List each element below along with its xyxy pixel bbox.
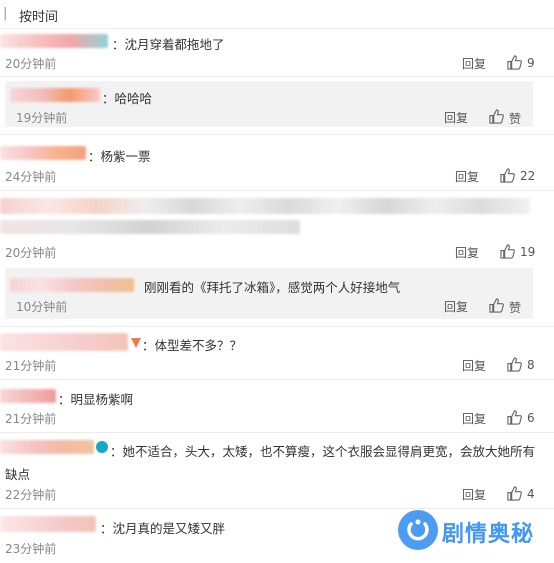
comment-text: ：杨紫一票 [88,149,151,164]
thumbs-up-icon[interactable] [489,298,504,313]
blurred-comment-line1 [0,198,530,214]
like-count: 6 [527,411,535,425]
watermark-text: 剧情奥秘 [442,522,535,547]
blurred-username [0,333,128,351]
thumbs-up-icon[interactable] [507,486,522,501]
comment-time: 24分钟前 [5,170,57,184]
sort-by-time-button[interactable]: 按时间 [19,6,58,25]
like-label[interactable]: 赞 [509,110,521,127]
blurred-username [0,440,94,454]
comment-text: ：明显杨紫啊 [58,392,134,407]
comment-text: ：体型差不多？？ [142,338,243,353]
like-count: 22 [520,169,536,183]
comment-time: 20分钟前 [5,246,57,260]
blurred-username [0,146,86,160]
divider [0,508,554,509]
reply-button[interactable]: 回复 [462,410,486,427]
thumbs-up-icon[interactable] [489,109,504,124]
blurred-username [0,34,108,48]
reply-text: 刚刚看的《拜托了冰箱》，感觉两个人好接地气 [144,280,401,295]
reply-button[interactable]: 回复 [444,109,468,126]
reply-text: ：哈哈哈 [102,91,153,106]
like-label[interactable]: 赞 [509,299,521,316]
emoji-icon [131,338,141,348]
reply-time: 19分钟前 [16,111,68,125]
divider [0,326,554,327]
comment-text: ：她不适合，头大，太矮，也不算瘦，这个衣服会显得肩更宽，会放大她所有 [110,444,536,459]
emoji-icon [96,441,108,453]
blurred-username [0,389,56,403]
comment-time: 20分钟前 [5,57,57,71]
comment-time: 22分钟前 [5,488,57,502]
blurred-username [10,88,100,102]
reply-time: 10分钟前 [16,300,68,314]
thumbs-up-icon[interactable] [507,357,522,372]
like-count: 19 [520,245,536,259]
comment-time: 21分钟前 [5,359,57,373]
divider [0,432,554,433]
comment-text: ：沈月穿着都拖地了 [112,37,225,52]
thumbs-up-icon[interactable] [507,410,522,425]
blurred-comment-line2 [0,220,300,234]
divider [0,379,554,380]
comment-time: 21分钟前 [5,412,57,426]
sort-bar: | 按时间 [0,0,554,29]
reply-button[interactable]: 回复 [444,298,468,315]
blurred-username [10,278,134,292]
watermark-logo-icon [398,510,438,550]
separator: | [3,6,8,21]
divider [0,134,554,135]
divider [0,190,554,191]
divider [0,76,554,77]
reply-button[interactable]: 回复 [455,168,479,185]
like-count: 8 [527,358,535,372]
blurred-username [0,516,96,532]
thumbs-up-icon[interactable] [500,168,515,183]
reply-button[interactable]: 回复 [455,244,479,261]
like-count: 9 [527,56,535,70]
comment-text: ：沈月真的是又矮又胖 [100,521,226,536]
comment-time: 23分钟前 [5,542,57,556]
reply-button[interactable]: 回复 [462,486,486,503]
thumbs-up-icon[interactable] [507,55,522,70]
like-count: 4 [527,487,535,501]
reply-button[interactable]: 回复 [462,55,486,72]
comment-text-continued: 缺点 [5,467,31,482]
reply-button[interactable]: 回复 [462,357,486,374]
thumbs-up-icon[interactable] [500,244,515,259]
